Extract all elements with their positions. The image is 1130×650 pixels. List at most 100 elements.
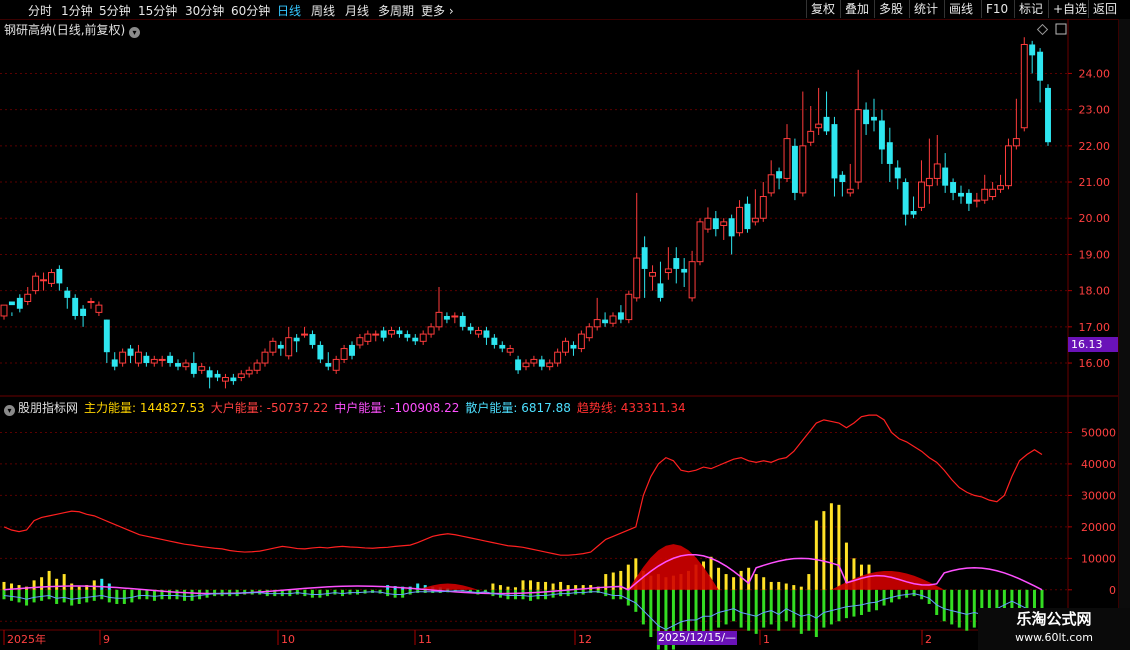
price-tick-label: 18.00 — [1079, 285, 1111, 298]
main-energy-bar — [521, 580, 525, 590]
ind-tick-label: 30000 — [1081, 489, 1116, 502]
candle-up — [332, 358, 340, 371]
diamond-icon — [1036, 23, 1049, 36]
candle-up — [253, 362, 261, 371]
candle-down — [175, 363, 181, 367]
chart-canvas[interactable]: 16.00 17.00 18.00 19.00 20.00 21.00 22.00 23.00… — [0, 0, 1130, 650]
main-energy-bar — [544, 581, 548, 590]
candle-up — [261, 351, 269, 364]
main-energy-bar — [506, 586, 510, 590]
ind-tick-label: 10000 — [1081, 552, 1116, 565]
price-tick-label: 24.00 — [1079, 67, 1111, 80]
candle-up — [419, 333, 427, 342]
retail-energy-bar — [506, 589, 510, 600]
main-energy-bar — [100, 578, 104, 590]
main-energy-bar — [40, 577, 44, 590]
candle-up — [285, 337, 293, 357]
main-energy-bar — [559, 581, 563, 590]
main-energy-bar — [2, 581, 6, 590]
retail-energy-bar — [822, 589, 826, 628]
candle-up — [40, 279, 48, 282]
candle-down — [744, 203, 751, 230]
candle-up — [1020, 43, 1028, 129]
main-energy-bar — [62, 574, 66, 590]
candle-down — [950, 182, 957, 193]
candle-down — [167, 355, 174, 364]
price-tick-label: 21.00 — [1079, 176, 1111, 189]
candle-up — [854, 109, 862, 183]
candle-up — [87, 301, 95, 303]
retail-energy-bar — [47, 589, 51, 600]
retail-energy-bar — [619, 589, 623, 600]
candle-down — [325, 363, 332, 367]
retail-energy-bar — [777, 589, 781, 631]
retail-energy-bar — [912, 589, 916, 597]
retail-energy-bar — [100, 589, 104, 600]
main-energy-bar — [822, 511, 826, 590]
candle-up — [301, 333, 309, 336]
candle-down — [190, 363, 197, 374]
side-info-strip[interactable] — [1118, 19, 1130, 630]
candle-up — [562, 340, 570, 353]
candle-up — [799, 145, 807, 194]
retail-energy-bar — [521, 589, 525, 600]
retail-energy-bar — [401, 589, 405, 598]
candle-up — [767, 174, 775, 194]
retail-energy-bar — [310, 589, 314, 598]
candle-up — [633, 257, 641, 299]
candle-up — [372, 333, 380, 336]
retail-energy-bar — [25, 589, 29, 606]
candle-up — [1012, 138, 1020, 147]
candle-down — [942, 167, 949, 186]
candle-up — [577, 333, 585, 350]
date-label: 10 — [281, 633, 295, 646]
candle-down — [1037, 51, 1044, 81]
retail-energy-bar — [641, 589, 645, 625]
candle-up — [522, 362, 530, 368]
candle-down — [776, 171, 783, 179]
candle-up — [237, 373, 245, 379]
ind-tick-label: 40000 — [1081, 458, 1116, 471]
retail-energy-bar — [965, 589, 969, 631]
date-label: 12 — [578, 633, 592, 646]
candle-down — [894, 167, 901, 179]
candle-up — [451, 315, 459, 318]
candle-up — [1004, 145, 1012, 187]
candle-up — [783, 138, 791, 179]
candle-down — [965, 192, 972, 204]
main-energy-bar — [529, 580, 533, 590]
candle-up — [198, 366, 206, 371]
main-energy-bar — [724, 574, 728, 590]
retail-energy-bar — [198, 589, 202, 600]
candle-up — [150, 358, 158, 364]
date-label: 2 — [925, 633, 932, 646]
candle-up — [0, 304, 8, 317]
retail-energy-bar — [762, 589, 766, 628]
candle-down — [127, 348, 134, 356]
retail-energy-bar — [77, 589, 81, 604]
main-energy-bar — [77, 586, 81, 590]
candle-up — [981, 188, 989, 201]
ind-tick-label: 50000 — [1081, 426, 1116, 439]
candle-up — [933, 163, 941, 179]
retail-energy-bar — [784, 589, 788, 622]
candle-down — [412, 337, 419, 342]
candle-up — [736, 206, 744, 234]
candle-down — [396, 330, 403, 335]
candle-up — [585, 326, 593, 339]
candle-down — [839, 174, 846, 183]
candle-down — [641, 247, 648, 269]
candle-down — [64, 290, 71, 298]
candle-up — [664, 268, 672, 274]
candle-down — [380, 330, 387, 338]
retail-energy-bar — [513, 589, 517, 600]
candle-down — [886, 142, 893, 164]
candle-up — [435, 311, 443, 328]
retail-energy-bar — [950, 589, 954, 625]
candle-down — [206, 370, 213, 378]
candle-down — [712, 218, 719, 230]
candle-down — [103, 319, 110, 353]
retail-energy-bar — [529, 589, 533, 601]
main-energy-bar — [55, 578, 59, 590]
retail-energy-bar — [935, 589, 939, 615]
